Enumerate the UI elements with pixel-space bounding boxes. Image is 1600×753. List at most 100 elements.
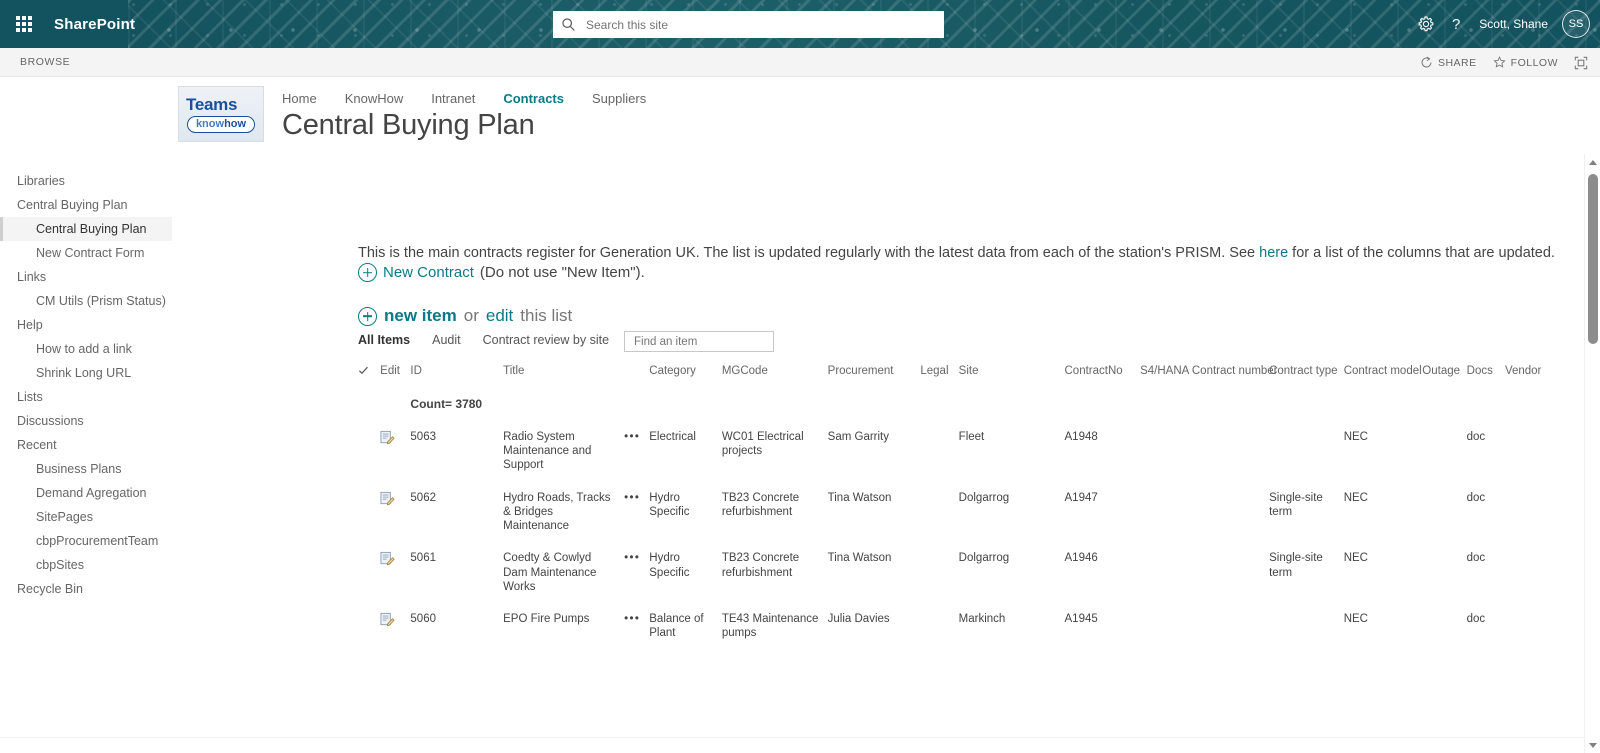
user-name-label[interactable]: Scott, Shane — [1479, 17, 1548, 31]
sidebar-item-how-to-add-a-link[interactable]: How to add a link — [0, 337, 172, 361]
sidebar-item-links[interactable]: Links — [0, 265, 172, 289]
column-header-id[interactable]: ID — [410, 361, 504, 388]
topnav-item-intranet[interactable]: Intranet — [431, 91, 475, 106]
cell-title[interactable]: Hydro Roads, Tracks & Bridges Maintenanc… — [503, 482, 624, 543]
sidebar-item-central-buying-plan[interactable]: Central Buying Plan — [0, 217, 172, 241]
cell-title[interactable]: EPO Fire Pumps — [503, 603, 624, 650]
edit-document-icon[interactable] — [380, 551, 395, 566]
column-header-category[interactable]: Category — [649, 361, 722, 388]
cell-procurement: Julia Davies — [827, 613, 890, 626]
cell-docs-link[interactable]: doc — [1467, 603, 1505, 650]
cell-title[interactable]: Radio System Maintenance and Support — [503, 421, 624, 482]
column-header-docs[interactable]: Docs — [1466, 361, 1505, 388]
topnav-item-home[interactable]: Home — [282, 91, 317, 106]
column-header-select-all[interactable] — [358, 361, 381, 388]
edit-document-icon[interactable] — [380, 612, 395, 627]
row-ellipsis-button[interactable]: ••• — [624, 482, 649, 543]
cell-docs-link[interactable]: doc — [1467, 482, 1505, 543]
contracts-table: Edit ID Title Category MGCode Procuremen… — [358, 361, 1600, 753]
suite-search-input[interactable] — [584, 16, 944, 33]
row-checkbox[interactable] — [358, 603, 380, 650]
suite-search-box[interactable] — [553, 11, 944, 38]
row-edit-button[interactable] — [380, 421, 410, 482]
column-header-site[interactable]: Site — [958, 361, 1065, 388]
new-contract-link[interactable]: New Contract — [383, 264, 474, 281]
ribbon-tab-browse[interactable]: BROWSE — [0, 56, 70, 68]
column-header-outage[interactable]: Outage — [1422, 361, 1467, 388]
tab-contract-review-by-site[interactable]: Contract review by site — [483, 333, 609, 347]
table-row[interactable]: 5060 EPO Fire Pumps ••• Balance of Plant… — [358, 603, 1600, 650]
column-header-contractno[interactable]: ContractNo — [1064, 361, 1141, 388]
row-edit-button[interactable] — [380, 542, 410, 603]
column-header-procurement[interactable]: Procurement — [827, 361, 921, 388]
sidebar-item-discussions[interactable]: Discussions — [0, 409, 172, 433]
sidebar-item-sitepages[interactable]: SitePages — [0, 505, 172, 529]
sidebar-item-help[interactable]: Help — [0, 313, 172, 337]
focus-on-content-button[interactable] — [1574, 56, 1588, 70]
sidebar-item-recent[interactable]: Recent — [0, 433, 172, 457]
table-row[interactable]: 5061 Coedty & Cowlyd Dam Maintenance Wor… — [358, 542, 1600, 603]
site-logo[interactable]: Teams knowhow — [178, 86, 264, 142]
sidebar-item-recycle-bin[interactable]: Recycle Bin — [0, 577, 172, 601]
sidebar-item-shrink-long-url[interactable]: Shrink Long URL — [0, 361, 172, 385]
follow-button[interactable]: FOLLOW — [1493, 56, 1558, 69]
scroll-up-button[interactable] — [1585, 154, 1600, 170]
new-item-link[interactable]: new item — [384, 306, 457, 326]
find-an-item-input[interactable] — [632, 334, 790, 349]
sidebar-item-business-plans[interactable]: Business Plans — [0, 457, 172, 481]
share-icon — [1421, 56, 1432, 68]
scroll-down-button[interactable] — [1585, 737, 1600, 753]
description-here-link[interactable]: here — [1259, 245, 1288, 261]
row-checkbox[interactable] — [358, 421, 380, 482]
sidebar-item-cbp-procurement-team[interactable]: cbpProcurementTeam — [0, 529, 172, 553]
cell-mgcode: TB23 Concrete refurbishment — [721, 491, 800, 518]
sharepoint-brand-link[interactable]: SharePoint — [48, 16, 135, 33]
row-ellipsis-button[interactable]: ••• — [624, 603, 649, 650]
sidebar-item-central-buying-plan-group[interactable]: Central Buying Plan — [0, 193, 172, 217]
share-button[interactable]: SHARE — [1420, 56, 1477, 69]
sidebar-item-cm-utils[interactable]: CM Utils (Prism Status) — [0, 289, 172, 313]
edit-this-list-link[interactable]: edit — [486, 306, 513, 326]
sidebar-item-libraries[interactable]: Libraries — [0, 169, 172, 193]
find-an-item-box[interactable] — [624, 331, 790, 352]
sidebar-item-cbp-sites[interactable]: cbpSites — [0, 553, 172, 577]
column-header-edit[interactable]: Edit — [380, 361, 411, 388]
row-ellipsis-button[interactable]: ••• — [624, 421, 649, 482]
row-checkbox[interactable] — [358, 542, 380, 603]
row-edit-button[interactable] — [380, 482, 410, 543]
gear-icon[interactable] — [1417, 15, 1435, 33]
topnav-item-contracts[interactable]: Contracts — [503, 91, 564, 106]
tab-all-items[interactable]: All Items — [358, 333, 410, 347]
cell-title[interactable]: Coedty & Cowlyd Dam Maintenance Works — [503, 542, 624, 603]
avatar[interactable]: SS — [1562, 10, 1590, 38]
cell-docs-link[interactable]: doc — [1467, 542, 1505, 603]
help-icon[interactable]: ? — [1449, 15, 1465, 33]
app-launcher-button[interactable] — [0, 0, 48, 48]
sidebar-item-new-contract-form[interactable]: New Contract Form — [0, 241, 172, 265]
column-header-mgcode[interactable]: MGCode — [721, 361, 828, 388]
plus-circle-icon[interactable] — [358, 263, 377, 282]
vertical-scrollbar[interactable] — [1584, 154, 1600, 753]
cell-docs-link[interactable]: doc — [1467, 421, 1505, 482]
vertical-scrollbar-thumb[interactable] — [1588, 174, 1598, 344]
column-header-title[interactable]: Title — [503, 361, 625, 388]
topnav-item-suppliers[interactable]: Suppliers — [592, 91, 646, 106]
topnav-item-knowhow[interactable]: KnowHow — [345, 91, 404, 106]
sidebar-item-demand-agregation[interactable]: Demand Agregation — [0, 481, 172, 505]
table-row[interactable]: 5062 Hydro Roads, Tracks & Bridges Maint… — [358, 482, 1600, 543]
tab-audit[interactable]: Audit — [432, 333, 461, 347]
column-header-contract-type[interactable]: Contract type — [1269, 361, 1344, 388]
row-ellipsis-button[interactable]: ••• — [624, 542, 649, 603]
sidebar-item-lists[interactable]: Lists — [0, 385, 172, 409]
edit-document-icon[interactable] — [380, 491, 395, 506]
column-header-s4hana[interactable]: S4/HANA Contract number — [1140, 361, 1278, 388]
column-header-contract-model[interactable]: Contract model — [1343, 361, 1423, 388]
column-header-legal[interactable]: Legal — [920, 361, 959, 388]
chevron-up-icon — [1589, 159, 1597, 165]
row-checkbox[interactable] — [358, 482, 380, 543]
plus-circle-icon[interactable] — [358, 306, 377, 326]
edit-document-icon[interactable] — [380, 430, 395, 445]
row-edit-button[interactable] — [380, 603, 410, 650]
suite-bar: SharePoint ? Scott, Shane SS — [0, 0, 1600, 48]
table-row[interactable]: 5063 Radio System Maintenance and Suppor… — [358, 421, 1600, 482]
